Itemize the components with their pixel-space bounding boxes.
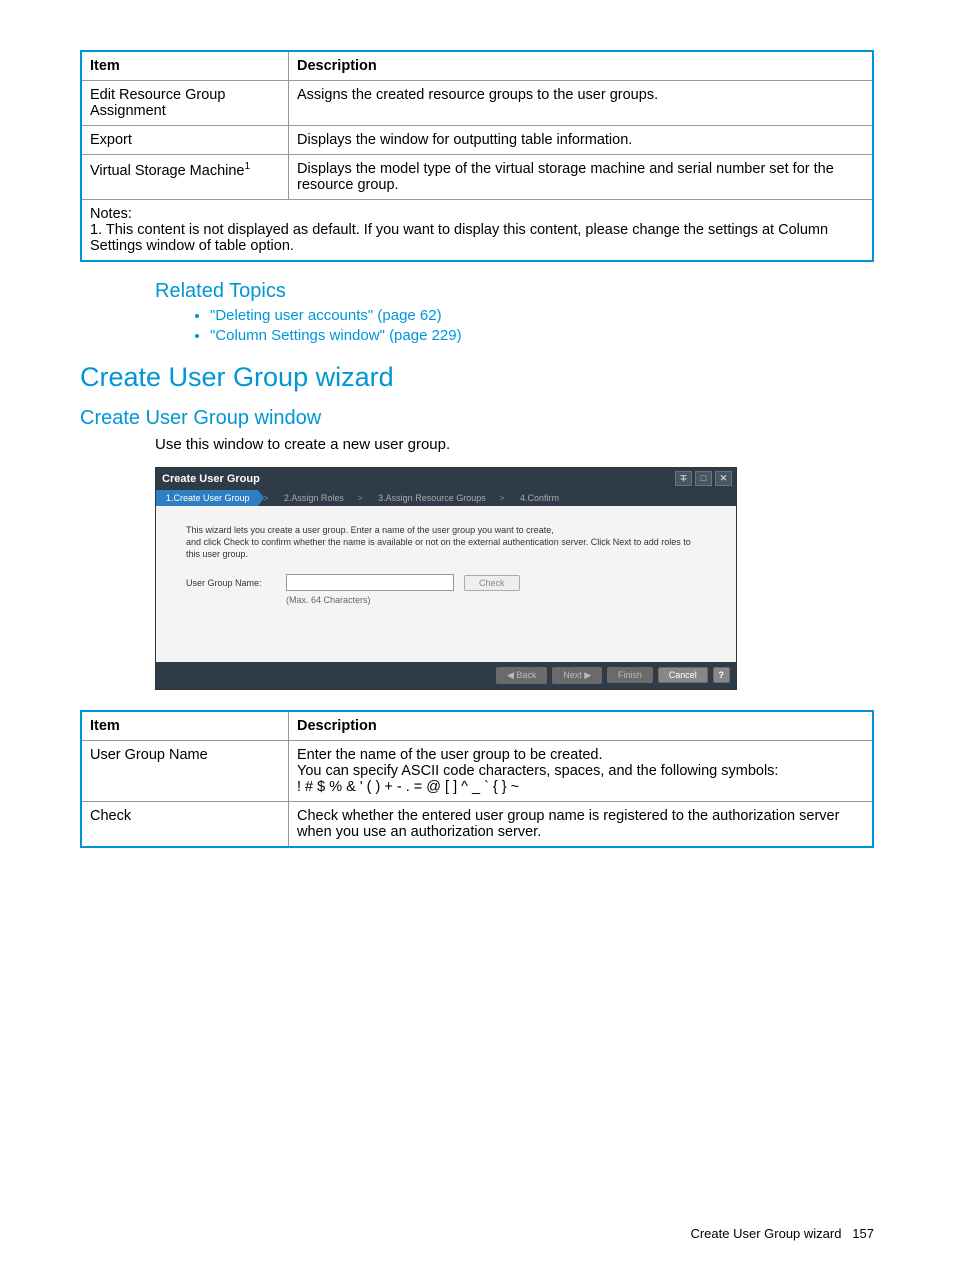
cell-desc: Displays the window for outputting table… — [289, 126, 874, 155]
check-button[interactable]: Check — [464, 575, 520, 591]
window-collapse-icon[interactable]: ∓ — [675, 471, 692, 486]
cell-desc: Displays the model type of the virtual s… — [289, 155, 874, 200]
wizard-titlebar: Create User Group ∓ □ ✕ — [156, 468, 736, 490]
wizard-description: This wizard lets you create a user group… — [186, 524, 706, 560]
table-row: Edit Resource Group Assignment Assigns t… — [81, 81, 873, 126]
cancel-button[interactable]: Cancel — [658, 667, 708, 683]
wizard-step-4[interactable]: 4.Confirm — [510, 490, 567, 506]
finish-button[interactable]: Finish — [607, 667, 653, 683]
section-heading: Create User Group window — [80, 407, 874, 430]
page-title: Create User Group wizard — [80, 362, 874, 393]
related-topics-list: "Deleting user accounts" (page 62) "Colu… — [80, 307, 874, 344]
user-group-name-input[interactable] — [286, 574, 454, 591]
notes-text: 1. This content is not displayed as defa… — [90, 222, 864, 254]
related-topic-link[interactable]: "Column Settings window" (page 229) — [210, 327, 874, 344]
create-user-group-wizard-screenshot: Create User Group ∓ □ ✕ 1.Create User Gr… — [155, 467, 737, 690]
wizard-title: Create User Group — [162, 473, 260, 485]
cell-item: Export — [81, 126, 289, 155]
table2-header-desc: Description — [289, 711, 874, 741]
help-button[interactable]: ? — [713, 667, 731, 683]
cell-desc: Assigns the created resource groups to t… — [289, 81, 874, 126]
max-chars-hint: (Max. 64 Characters) — [286, 594, 706, 606]
related-topics-heading: Related Topics — [80, 280, 874, 303]
table-row: Virtual Storage Machine1 Displays the mo… — [81, 155, 873, 200]
item-description-table-1: Item Description Edit Resource Group Ass… — [80, 50, 874, 262]
wizard-footer: ◀ Back Next ▶ Finish Cancel ? — [156, 662, 736, 689]
back-button[interactable]: ◀ Back — [496, 667, 547, 684]
table-notes-row: Notes: 1. This content is not displayed … — [81, 200, 873, 262]
intro-text: Use this window to create a new user gro… — [80, 436, 874, 453]
table2-header-item: Item — [81, 711, 289, 741]
cell-item: User Group Name — [81, 740, 289, 801]
table-row: Check Check whether the entered user gro… — [81, 801, 873, 847]
cell-desc: Enter the name of the user group to be c… — [289, 740, 874, 801]
window-maximize-icon[interactable]: □ — [695, 471, 712, 486]
wizard-step-3[interactable]: 3.Assign Resource Groups — [368, 490, 494, 506]
table1-header-item: Item — [81, 51, 289, 81]
table1-header-desc: Description — [289, 51, 874, 81]
wizard-step-1[interactable]: 1.Create User Group — [156, 490, 258, 506]
related-topic-link[interactable]: "Deleting user accounts" (page 62) — [210, 307, 874, 324]
notes-label: Notes: — [90, 206, 864, 222]
cell-item: Virtual Storage Machine1 — [81, 155, 289, 200]
table-row: Export Displays the window for outputtin… — [81, 126, 873, 155]
cell-desc: Check whether the entered user group nam… — [289, 801, 874, 847]
window-close-icon[interactable]: ✕ — [715, 471, 732, 486]
page-footer: Create User Group wizard 157 — [690, 1226, 874, 1241]
next-button[interactable]: Next ▶ — [552, 667, 602, 684]
user-group-name-label: User Group Name: — [186, 577, 276, 589]
wizard-body: This wizard lets you create a user group… — [156, 506, 736, 662]
table-row: User Group Name Enter the name of the us… — [81, 740, 873, 801]
wizard-steps-bar: 1.Create User Group > 2.Assign Roles > 3… — [156, 490, 736, 506]
item-description-table-2: Item Description User Group Name Enter t… — [80, 710, 874, 848]
cell-item: Check — [81, 801, 289, 847]
cell-item: Edit Resource Group Assignment — [81, 81, 289, 126]
wizard-step-2[interactable]: 2.Assign Roles — [274, 490, 352, 506]
